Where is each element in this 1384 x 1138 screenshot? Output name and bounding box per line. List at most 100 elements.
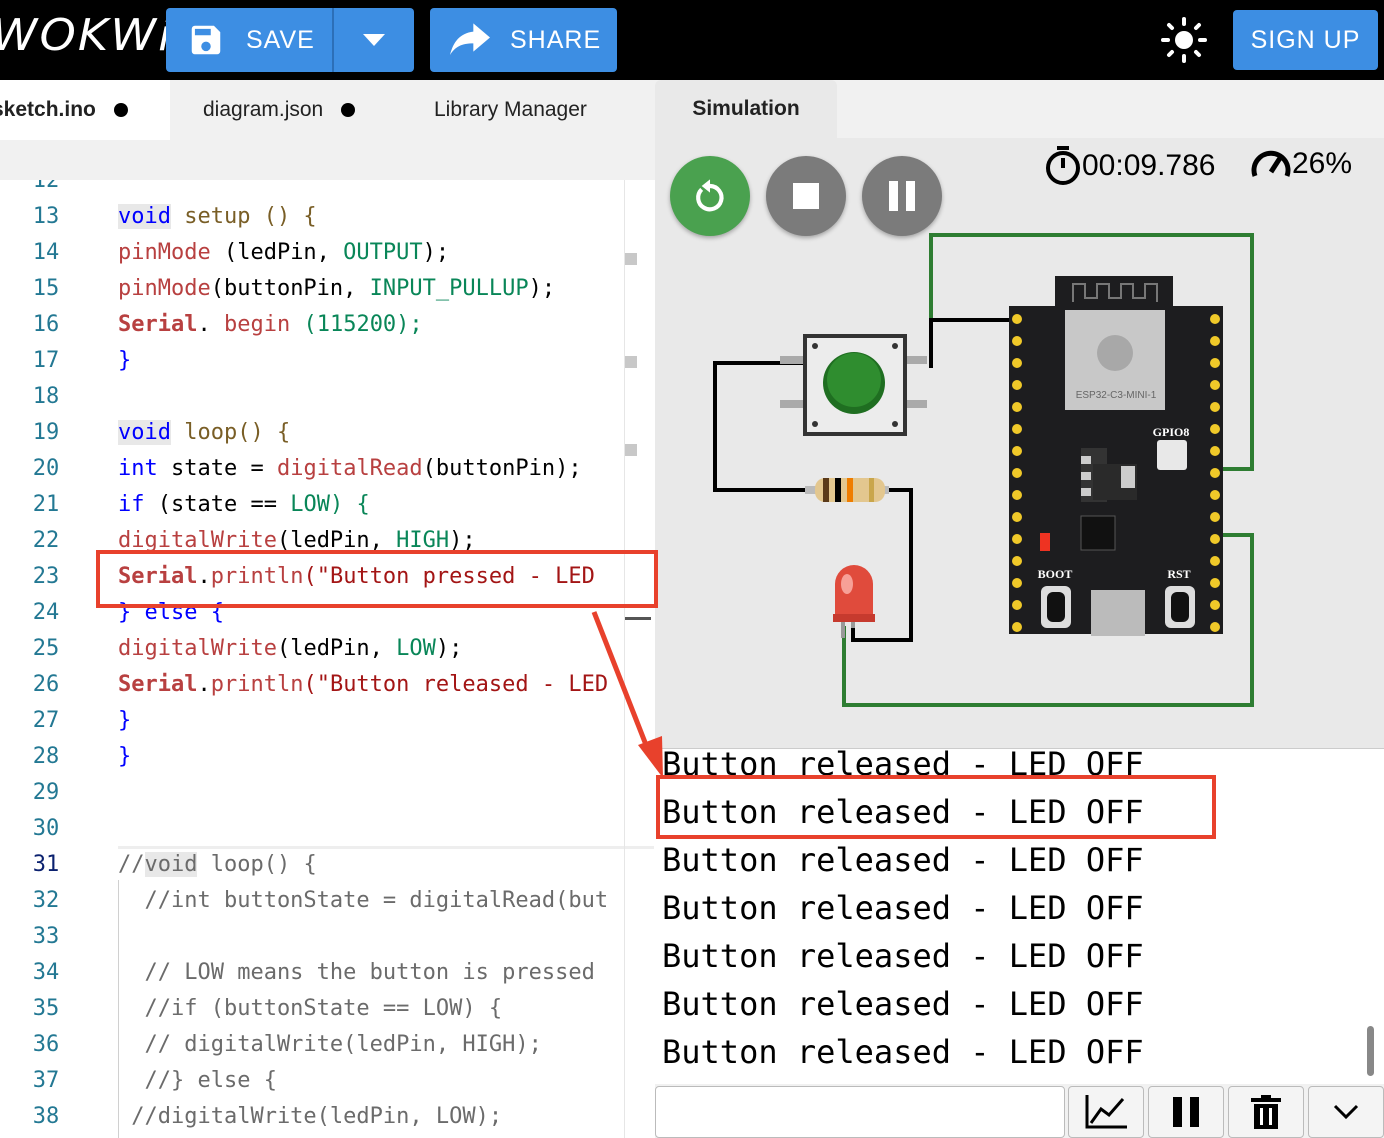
clear-serial-button[interactable] xyxy=(1228,1086,1304,1138)
code-line: //digitalWrite(ledPin, LOW); xyxy=(118,1104,503,1129)
serial-line: Button released - LED OFF xyxy=(662,1033,1144,1071)
code-line: void setup () { xyxy=(118,204,317,229)
collapse-serial-button[interactable] xyxy=(1308,1086,1384,1138)
tab-label: sketch.ino xyxy=(0,98,96,121)
line-number: 33 xyxy=(32,924,60,949)
share-label: SHARE xyxy=(510,25,602,54)
tab-simulation[interactable]: Simulation xyxy=(655,80,837,138)
code-line: } xyxy=(118,348,132,373)
code-line: Serial. begin (115200); xyxy=(118,312,423,337)
current-line-highlight xyxy=(118,846,654,849)
code-line: void loop() { xyxy=(118,420,291,445)
line-number: 34 xyxy=(32,960,60,985)
pushbutton[interactable] xyxy=(780,334,927,436)
save-button[interactable]: SAVE xyxy=(166,8,414,72)
wokwi-logo[interactable]: WOKWi xyxy=(0,10,173,61)
resistor xyxy=(805,478,889,502)
annotation-arrow xyxy=(591,611,663,778)
line-number: 35 xyxy=(32,996,60,1021)
code-line: Serial.println("Button released - LED xyxy=(118,672,609,697)
tab-sketch-ino[interactable]: sketch.ino xyxy=(0,80,170,140)
line-number: 30 xyxy=(32,816,60,841)
code-line: //if (buttonState == LOW) { xyxy=(118,996,503,1021)
line-number: 21 xyxy=(32,492,60,517)
code-line: pinMode(buttonPin, INPUT_PULLUP); xyxy=(118,276,556,301)
save-label: SAVE xyxy=(246,25,315,54)
unsaved-dot-icon xyxy=(113,103,128,117)
code-line: //void loop() { xyxy=(118,852,317,877)
code-editor[interactable]: 12 13 14 15 16 17 18 19 20 21 22 23 24 2… xyxy=(0,180,655,1138)
wire-black-left xyxy=(713,361,805,492)
annotation-box-serial xyxy=(656,775,1216,839)
code-line: digitalWrite(ledPin, LOW); xyxy=(118,636,463,661)
tab-label: Library Manager xyxy=(434,98,587,121)
serial-line: Button released - LED OFF xyxy=(662,985,1144,1023)
code-line: } xyxy=(118,744,132,769)
code-line: // digitalWrite(ledPin, HIGH); xyxy=(118,1032,542,1057)
code-line: if (state == LOW) { xyxy=(118,492,370,517)
share-button[interactable]: SHARE xyxy=(430,8,617,72)
line-number: 28 xyxy=(32,744,60,769)
line-number: 18 xyxy=(32,384,60,409)
code-line: //int buttonState = digitalRead(but xyxy=(118,888,609,913)
annotation-box-code xyxy=(96,550,658,608)
code-line: //} else { xyxy=(118,1068,277,1093)
line-chart-icon xyxy=(1085,1095,1127,1129)
pause-icon xyxy=(1173,1097,1199,1127)
code-line: pinMode (ledPin, OUTPUT); xyxy=(118,240,450,265)
serial-scrollbar[interactable] xyxy=(1367,1026,1374,1076)
line-number: 37 xyxy=(32,1068,60,1093)
line-number: 13 xyxy=(32,204,60,229)
line-number: 15 xyxy=(32,276,60,301)
floppy-disk-icon xyxy=(166,21,246,59)
serial-line: Button released - LED OFF xyxy=(662,841,1144,879)
code-line: // LOW means the button is pressed xyxy=(118,960,595,985)
chevron-down-icon xyxy=(363,34,385,46)
line-number: 38 xyxy=(32,1104,60,1129)
line-number: 29 xyxy=(32,780,60,805)
line-number: 17 xyxy=(32,348,60,373)
module-label: ESP32-C3-MINI-1 xyxy=(1076,390,1157,401)
sign-up-button[interactable]: SIGN UP xyxy=(1233,10,1378,70)
plotter-button[interactable] xyxy=(1068,1086,1144,1138)
serial-input[interactable] xyxy=(655,1086,1065,1138)
theme-toggle-sun-icon[interactable] xyxy=(1160,16,1208,69)
boot-label: BOOT xyxy=(1038,567,1073,581)
line-number: 16 xyxy=(32,312,60,337)
line-number: 36 xyxy=(32,1032,60,1057)
gpio8-label: GPIO8 xyxy=(1153,425,1190,439)
line-number: 25 xyxy=(32,636,60,661)
circuit-diagram: ESP32-C3-MINI-1 GPIO8 BOOT RST xyxy=(713,233,1254,707)
minimap-marker xyxy=(625,444,637,456)
line-number: 12 xyxy=(32,180,60,193)
code-line: } xyxy=(118,708,132,733)
share-arrow-icon xyxy=(430,23,510,57)
esp32-c3-board: ESP32-C3-MINI-1 GPIO8 BOOT RST xyxy=(1009,276,1223,636)
indent-guide xyxy=(118,880,119,1138)
serial-line: Button released - LED OFF xyxy=(662,937,1144,975)
serial-pause-button[interactable] xyxy=(1148,1086,1224,1138)
red-led xyxy=(833,565,875,638)
rst-label: RST xyxy=(1167,567,1190,581)
line-number: 14 xyxy=(32,240,60,265)
line-number: 26 xyxy=(32,672,60,697)
unsaved-dot-icon xyxy=(341,103,356,117)
gpio8-rgb-led xyxy=(1157,440,1187,470)
chevron-down-icon xyxy=(1333,1104,1359,1120)
trash-icon xyxy=(1251,1095,1281,1129)
line-number: 22 xyxy=(32,528,60,553)
minimap-marker xyxy=(625,253,637,265)
line-number: 23 xyxy=(32,564,60,589)
espressif-logo-icon xyxy=(1097,335,1133,371)
line-number: 20 xyxy=(32,456,60,481)
line-number-current: 31 xyxy=(32,852,60,877)
line-number: 27 xyxy=(32,708,60,733)
top-bar: WOKWi SAVE SHARE SIGN UP xyxy=(0,0,1384,80)
line-number: 32 xyxy=(32,888,60,913)
save-dropdown-button[interactable] xyxy=(334,8,414,72)
editor-tab-bar: sketch.ino diagram.json Library Manager xyxy=(0,80,655,180)
line-number: 24 xyxy=(32,600,60,625)
tab-library-manager[interactable]: Library Manager xyxy=(434,80,634,140)
tab-diagram-json[interactable]: diagram.json xyxy=(203,80,403,140)
minimap-marker xyxy=(625,356,637,368)
